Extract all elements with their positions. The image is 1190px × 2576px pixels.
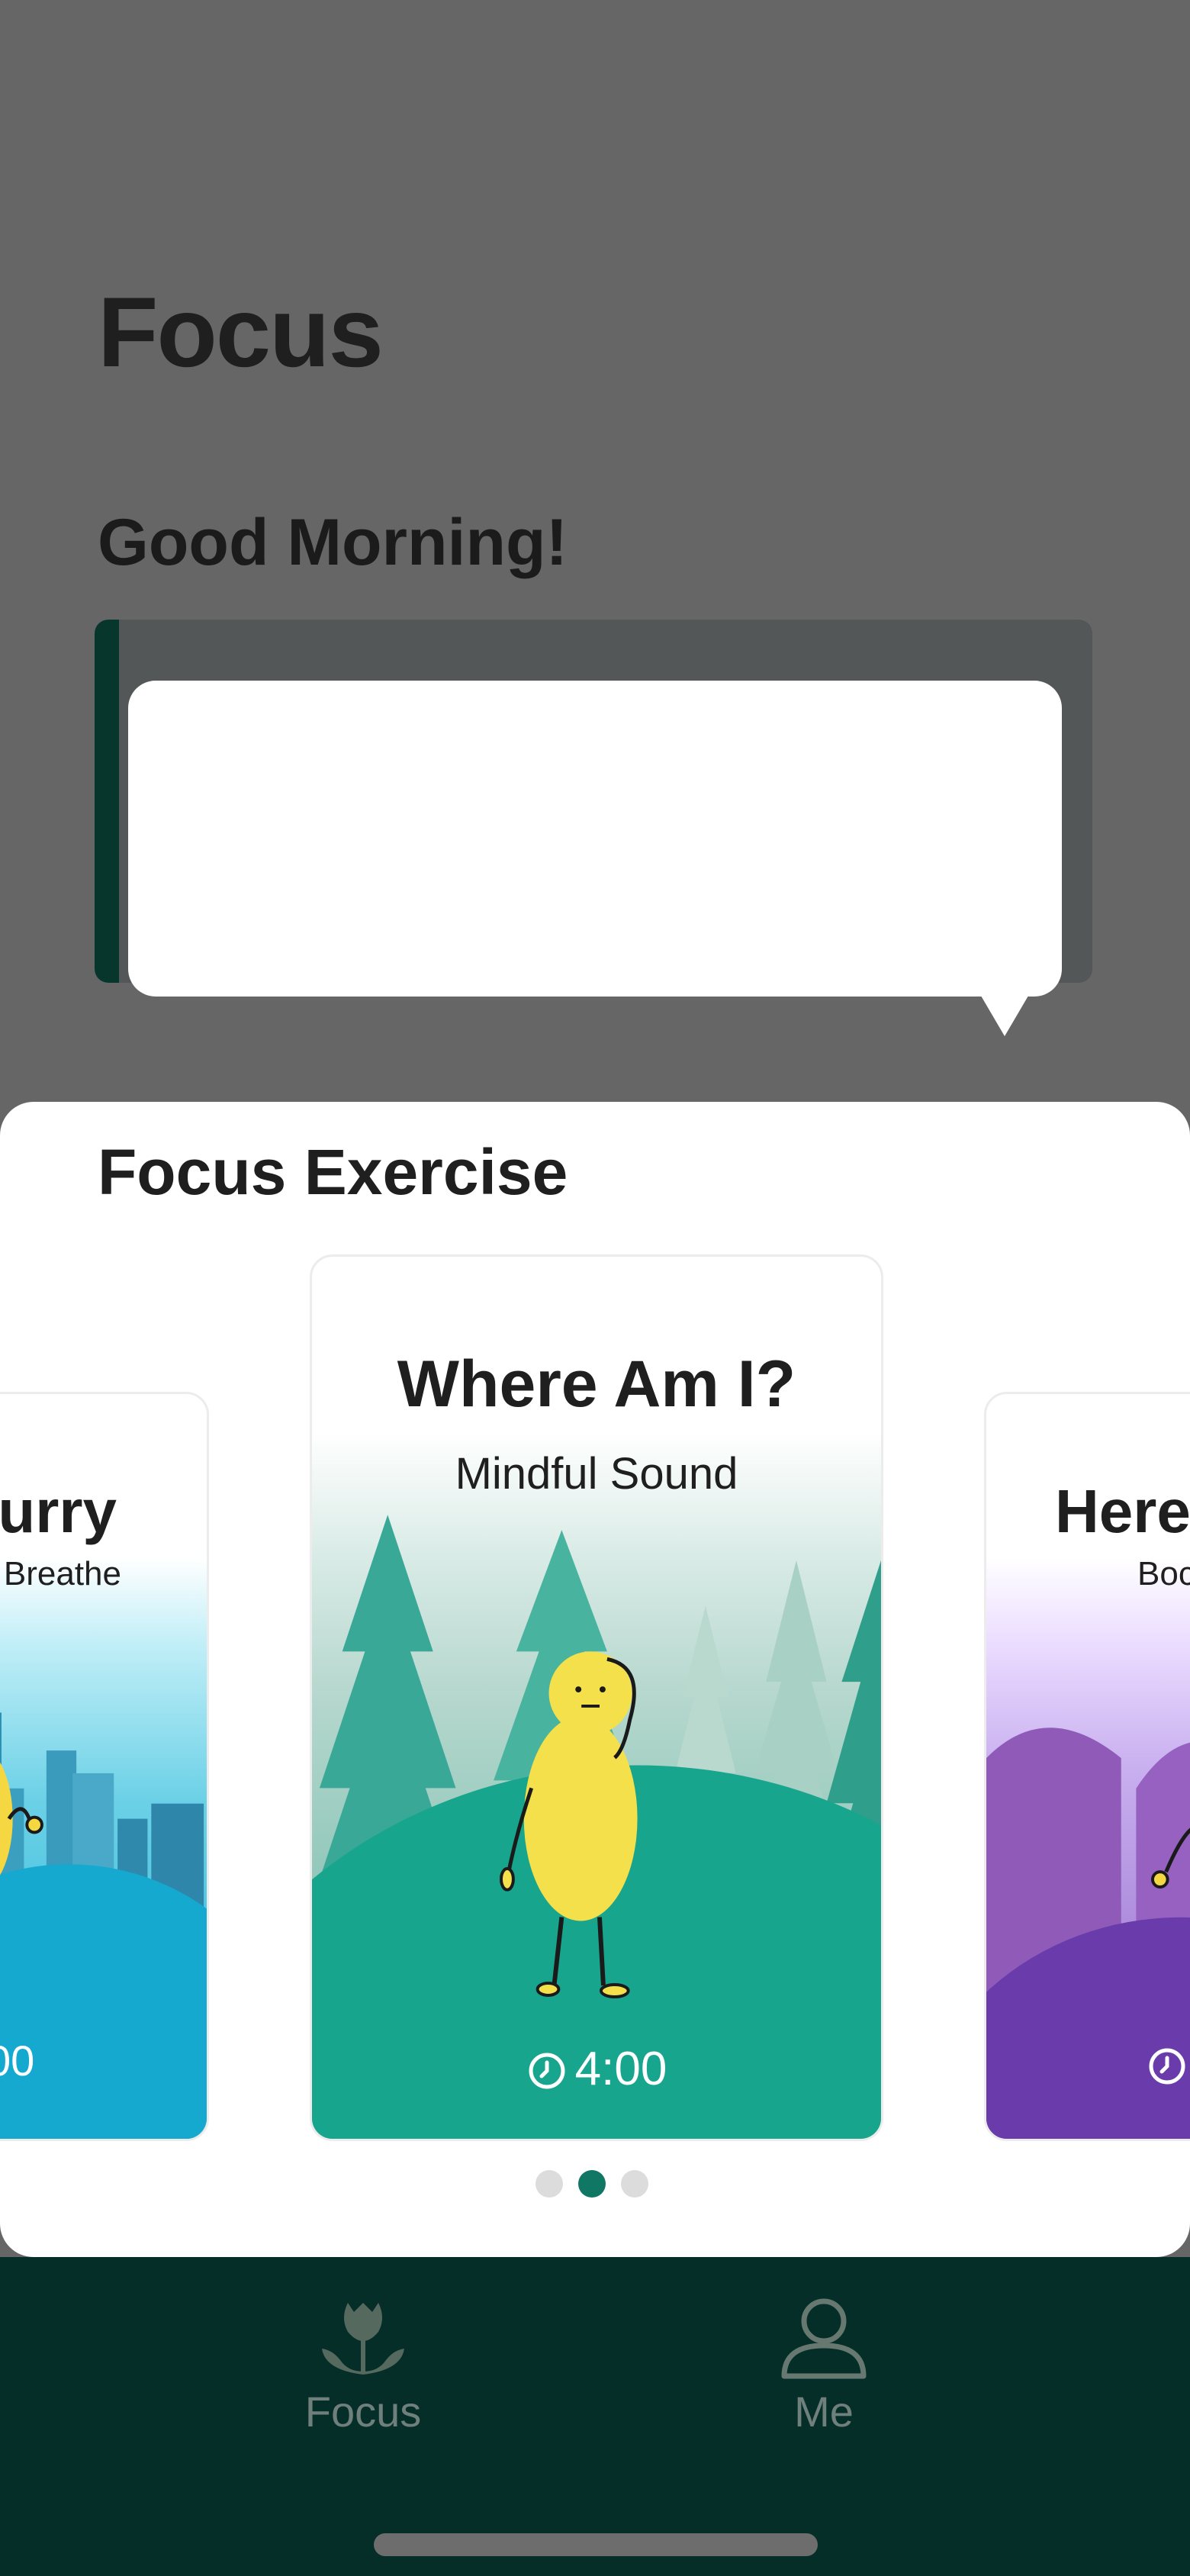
greeting-heading: Good Morning! <box>98 506 568 579</box>
card-title: Where Am I? <box>397 1348 796 1421</box>
tooltip-bubble <box>128 681 1062 997</box>
page-title: Focus <box>98 276 384 388</box>
pagination-dot[interactable] <box>621 2170 648 2198</box>
card-title: Here <box>1055 1477 1190 1545</box>
tab-me[interactable]: Me <box>709 2295 938 2436</box>
card-subtitle: Mindful Sound <box>455 1449 738 1499</box>
duration-value: 00 <box>0 2037 35 2085</box>
pagination-dot-active[interactable] <box>578 2170 606 2198</box>
duration-value: 4:00 <box>574 2043 667 2095</box>
sheet-title: Focus Exercise <box>98 1136 568 1208</box>
prompt-card-accent-bar <box>95 620 119 983</box>
bottom-tab-bar: Focus Me <box>0 2257 1190 2576</box>
card-subtitle: Breathe <box>3 1555 121 1592</box>
card-subtitle: Boc <box>1137 1555 1190 1592</box>
pagination-dot[interactable] <box>536 2170 563 2198</box>
tab-label: Me <box>794 2388 854 2436</box>
timer-icon <box>529 2053 565 2089</box>
focus-exercise-sheet: Focus Exercise urry Breathe 00 <box>0 1102 1190 2257</box>
card-duration: 00 <box>0 2040 34 2082</box>
exercise-card-here[interactable]: Here Boc <box>984 1392 1190 2141</box>
card-title: urry <box>0 1477 117 1545</box>
tab-label: Focus <box>304 2388 422 2436</box>
card-duration: 4:00 <box>312 2046 881 2093</box>
tab-focus[interactable]: Focus <box>249 2295 478 2436</box>
tooltip-tail <box>979 992 1031 1036</box>
card-duration <box>1147 2044 1190 2085</box>
person-icon <box>781 2298 867 2379</box>
carousel-pagination[interactable] <box>536 2170 648 2198</box>
home-indicator[interactable] <box>374 2533 818 2556</box>
tulip-icon <box>322 2303 404 2375</box>
timer-icon <box>1149 2048 1185 2085</box>
exercise-card-where-am-i[interactable]: Where Am I? Mindful Sound 4:00 <box>310 1254 883 2141</box>
exercise-card-hurry[interactable]: urry Breathe 00 <box>0 1392 209 2141</box>
